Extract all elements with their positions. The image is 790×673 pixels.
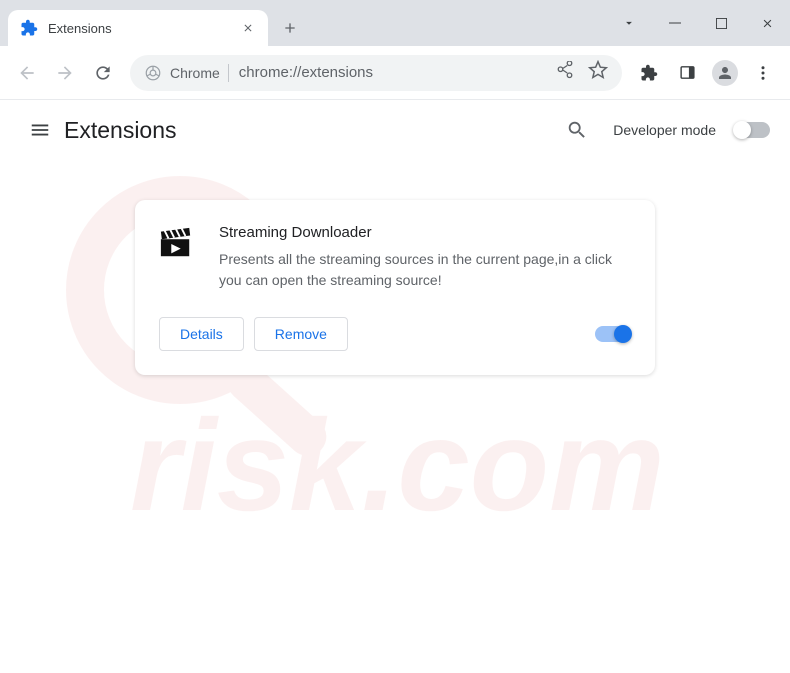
extension-description: Presents all the streaming sources in th… bbox=[219, 249, 631, 291]
puzzle-icon bbox=[20, 19, 38, 37]
page-header: Extensions Developer mode bbox=[0, 100, 790, 160]
reload-button[interactable] bbox=[86, 56, 120, 90]
tab-title: Extensions bbox=[48, 21, 240, 36]
chrome-icon bbox=[144, 64, 162, 82]
back-button[interactable] bbox=[10, 56, 44, 90]
dev-mode-toggle[interactable] bbox=[734, 122, 770, 138]
content-area: Streaming Downloader Presents all the st… bbox=[0, 160, 790, 415]
site-chip: Chrome bbox=[144, 64, 229, 82]
dev-mode-label: Developer mode bbox=[613, 122, 716, 138]
maximize-button[interactable] bbox=[698, 0, 744, 46]
search-icon[interactable] bbox=[559, 112, 595, 148]
new-tab-button[interactable] bbox=[276, 14, 304, 42]
extensions-icon[interactable] bbox=[632, 56, 666, 90]
star-icon[interactable] bbox=[588, 60, 608, 85]
window-titlebar: Extensions bbox=[0, 0, 790, 46]
remove-button[interactable]: Remove bbox=[254, 317, 348, 351]
extension-toggle[interactable] bbox=[595, 326, 631, 342]
close-icon[interactable] bbox=[240, 20, 256, 36]
extension-name: Streaming Downloader bbox=[219, 224, 631, 241]
browser-tab[interactable]: Extensions bbox=[8, 10, 268, 46]
extension-card: Streaming Downloader Presents all the st… bbox=[135, 200, 655, 375]
chrome-label: Chrome bbox=[170, 65, 220, 81]
window-controls bbox=[606, 0, 790, 46]
clapperboard-icon bbox=[159, 226, 199, 266]
forward-button[interactable] bbox=[48, 56, 82, 90]
details-button[interactable]: Details bbox=[159, 317, 244, 351]
toggle-knob bbox=[614, 325, 632, 343]
divider bbox=[228, 64, 229, 82]
close-window-button[interactable] bbox=[744, 0, 790, 46]
url-text: chrome://extensions bbox=[239, 64, 373, 81]
sidepanel-icon[interactable] bbox=[670, 56, 704, 90]
chevron-down-icon[interactable] bbox=[606, 0, 652, 46]
hamburger-icon[interactable] bbox=[20, 110, 60, 150]
omnibox[interactable]: Chrome chrome://extensions bbox=[130, 55, 622, 91]
toggle-knob bbox=[733, 121, 751, 139]
kebab-menu-icon[interactable] bbox=[746, 56, 780, 90]
minimize-button[interactable] bbox=[652, 0, 698, 46]
profile-button[interactable] bbox=[708, 56, 742, 90]
address-bar: Chrome chrome://extensions bbox=[0, 46, 790, 100]
share-icon[interactable] bbox=[556, 61, 574, 84]
page-title: Extensions bbox=[64, 117, 177, 144]
